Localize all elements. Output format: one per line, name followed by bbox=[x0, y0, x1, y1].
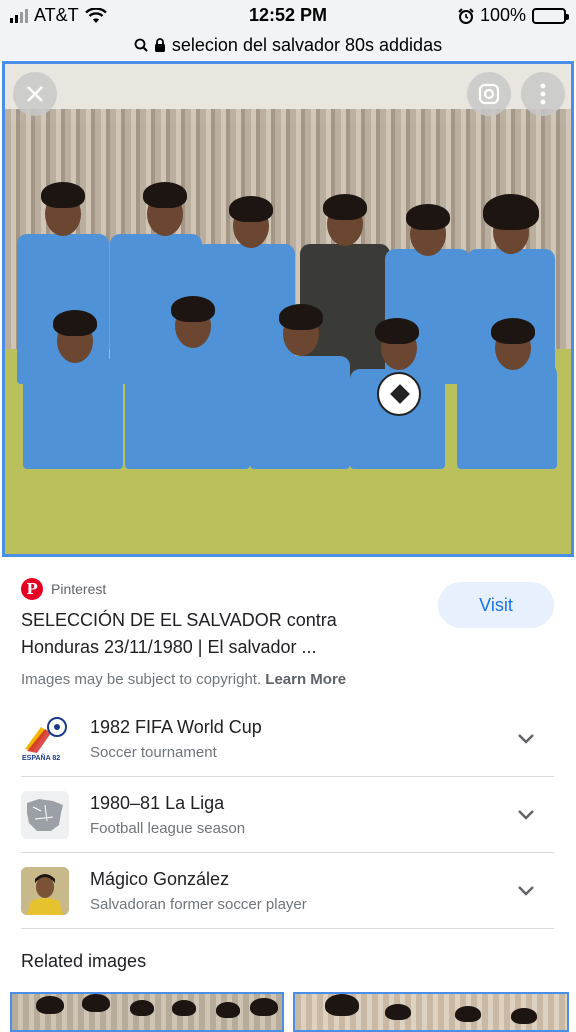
player-hair bbox=[171, 296, 215, 322]
player-hair bbox=[229, 196, 273, 222]
copyright-notice: Images may be subject to copyright. Lear… bbox=[21, 671, 346, 688]
player-hair bbox=[483, 194, 539, 230]
lens-button[interactable] bbox=[467, 72, 511, 116]
entity-name: Mágico González bbox=[90, 868, 230, 889]
related-images-heading: Related images bbox=[21, 951, 147, 971]
player-hair bbox=[323, 194, 367, 220]
chevron-down-icon bbox=[518, 733, 534, 744]
player-hair bbox=[491, 318, 535, 344]
player-hair bbox=[130, 1000, 154, 1016]
source-name: Pinterest bbox=[51, 581, 107, 597]
player-figure bbox=[457, 364, 557, 469]
player-hair bbox=[511, 1008, 537, 1024]
spain-map-icon bbox=[21, 790, 69, 839]
result-title-line2: Honduras 23/11/1980 | El salvador ... bbox=[21, 637, 317, 657]
player-hair bbox=[406, 204, 450, 230]
expand-button[interactable] bbox=[514, 727, 538, 751]
player-hair bbox=[82, 994, 110, 1012]
player-hair bbox=[279, 304, 323, 330]
status-right: 100% bbox=[458, 5, 569, 26]
player-hair bbox=[41, 182, 85, 208]
player-hair bbox=[455, 1006, 481, 1022]
battery-icon bbox=[532, 7, 569, 24]
related-image-2[interactable] bbox=[293, 992, 569, 1032]
result-title[interactable]: SELECCIÓN DE EL SALVADOR contra Honduras… bbox=[21, 607, 421, 661]
logo-text: ESPAÑA 82 bbox=[22, 754, 61, 762]
player-hair bbox=[385, 1004, 411, 1020]
entity-row-magico-gonzalez[interactable]: Mágico González Salvadoran former soccer… bbox=[21, 853, 554, 929]
chevron-down-icon bbox=[518, 885, 534, 896]
player-hair bbox=[36, 996, 64, 1014]
entity-texts: 1982 FIFA World Cup Soccer tournament bbox=[90, 717, 514, 761]
entity-desc: Football league season bbox=[90, 819, 246, 837]
entity-desc: Soccer tournament bbox=[90, 743, 217, 761]
player-figure bbox=[125, 354, 250, 469]
entity-texts: 1980–81 La Liga Football league season bbox=[90, 793, 514, 837]
entity-row-la-liga[interactable]: 1980–81 La Liga Football league season bbox=[21, 777, 554, 853]
search-icon bbox=[134, 38, 148, 52]
lock-icon bbox=[154, 38, 165, 52]
url-query: selecion del salvador 80s addidas bbox=[171, 34, 443, 55]
battery-percent: 100% bbox=[479, 5, 526, 25]
player-hair bbox=[375, 318, 419, 344]
chevron-down-icon bbox=[518, 809, 534, 820]
more-vert-icon bbox=[540, 83, 546, 105]
player-hair bbox=[216, 1002, 240, 1018]
related-image-1[interactable] bbox=[10, 992, 284, 1032]
copyright-text: Images may be subject to copyright. bbox=[21, 671, 262, 688]
url-bar[interactable]: selecion del salvador 80s addidas bbox=[0, 30, 576, 60]
pinterest-icon: P bbox=[21, 578, 43, 600]
source-row[interactable]: P Pinterest bbox=[21, 578, 106, 600]
lens-icon bbox=[478, 83, 500, 105]
entity-name: 1980–81 La Liga bbox=[90, 792, 225, 813]
close-icon bbox=[27, 86, 43, 102]
player-hair bbox=[53, 310, 97, 336]
result-title-line1: SELECCIÓN DE EL SALVADOR contra bbox=[21, 610, 337, 630]
player-hair bbox=[250, 998, 278, 1016]
alarm-icon bbox=[458, 7, 474, 24]
close-image-button[interactable] bbox=[13, 72, 57, 116]
entity-desc: Salvadoran former soccer player bbox=[90, 895, 307, 913]
entity-texts: Mágico González Salvadoran former soccer… bbox=[90, 869, 514, 913]
soccer-ball bbox=[377, 372, 421, 416]
player-photo-icon bbox=[21, 866, 69, 915]
world-cup-logo-icon: ESPAÑA 82 bbox=[21, 714, 69, 763]
entity-row-world-cup[interactable]: ESPAÑA 82 1982 FIFA World Cup Soccer tou… bbox=[21, 701, 554, 777]
player-figure bbox=[250, 356, 350, 469]
expand-button[interactable] bbox=[514, 879, 538, 903]
visit-button[interactable]: Visit bbox=[438, 582, 554, 628]
player-hair bbox=[325, 994, 359, 1016]
entity-name: 1982 FIFA World Cup bbox=[90, 716, 262, 737]
player-hair bbox=[143, 182, 187, 208]
player-figure bbox=[23, 359, 123, 469]
player-hair bbox=[172, 1000, 196, 1016]
status-bar: AT&T 12:52 PM 100% bbox=[0, 0, 576, 30]
more-options-button[interactable] bbox=[521, 72, 565, 116]
learn-more-link[interactable]: Learn More bbox=[265, 671, 346, 688]
expand-button[interactable] bbox=[514, 803, 538, 827]
result-image[interactable] bbox=[2, 61, 574, 557]
